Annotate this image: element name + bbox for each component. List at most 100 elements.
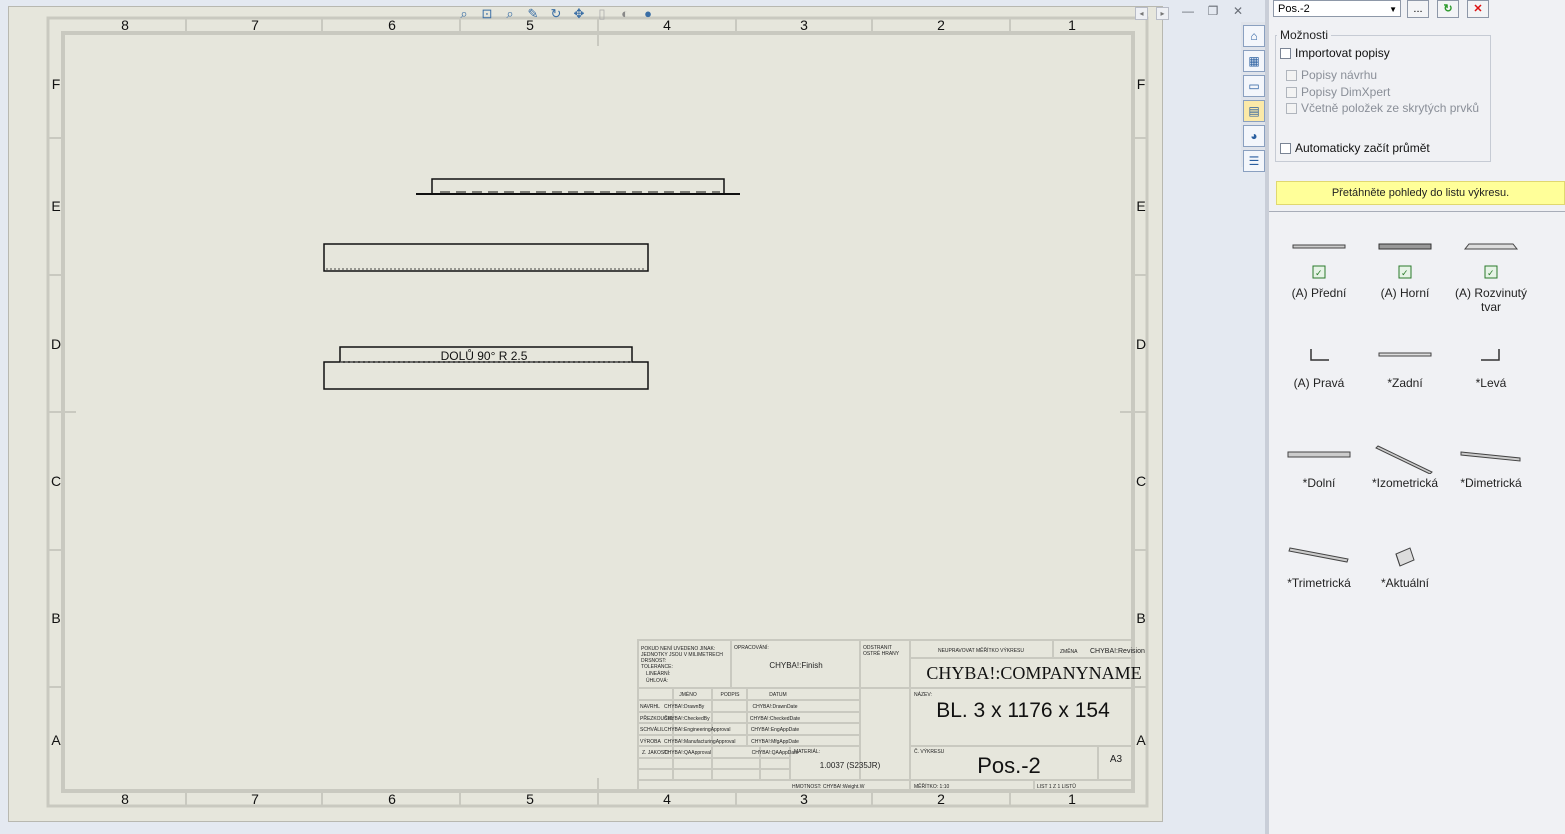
col-header-name: JMÉNO bbox=[679, 691, 697, 698]
chevron-down-icon: ▼ bbox=[1389, 5, 1397, 14]
refresh-icon[interactable]: ↻ bbox=[1437, 0, 1459, 18]
close-icon[interactable]: ✕ bbox=[1230, 4, 1246, 18]
appearances-icon[interactable]: ◕ bbox=[1243, 125, 1265, 147]
sheet-of: LIST 1 Z 1 LISTŮ bbox=[1037, 783, 1076, 790]
view-palette-icon[interactable]: ▤ bbox=[1243, 100, 1265, 122]
zone-row-left-e: E bbox=[51, 198, 60, 214]
options-title: Možnosti bbox=[1277, 28, 1332, 42]
general-note-line-4: TOLERANCE: bbox=[641, 664, 673, 670]
rotate-icon[interactable]: ↻ bbox=[547, 5, 565, 23]
minimize-icon[interactable]: — bbox=[1180, 4, 1196, 18]
front-drawing-view[interactable] bbox=[323, 243, 649, 272]
checkbox-box[interactable] bbox=[1280, 47, 1291, 59]
display-style-icon[interactable]: ▯ bbox=[593, 5, 611, 23]
col-header-signature: PODPIS bbox=[721, 692, 741, 698]
title-block[interactable]: POKUD NENÍ UVEDENO JINAK: JEDNOTKY JSOU … bbox=[637, 639, 1145, 791]
clear-icon[interactable]: ✕ bbox=[1467, 0, 1489, 18]
zone-col-bottom-3: 3 bbox=[800, 791, 808, 807]
dimxpert-annotations-checkbox[interactable]: Popisy DimXpert bbox=[1286, 85, 1390, 99]
dimetric-view-icon bbox=[1460, 451, 1521, 462]
view-dimetric[interactable]: *Dimetrická bbox=[1448, 444, 1534, 490]
window-controls: — ❐ ✕ bbox=[1180, 4, 1246, 18]
zone-col-bottom-2: 2 bbox=[937, 791, 945, 807]
name-manufacturing: CHYBA!:ManufacturingApproval bbox=[664, 739, 735, 745]
edges-label-2: OSTRÉ HRANY bbox=[863, 650, 900, 657]
trimetric-view-icon bbox=[1288, 547, 1349, 563]
home-icon[interactable]: ⌂ bbox=[1243, 25, 1265, 47]
flat-pattern-icon: ✓ bbox=[1463, 243, 1519, 279]
weight: HMOTNOST: CHYBA!:Weight.W bbox=[792, 784, 865, 790]
general-note-line-6: ÚHLOVÁ: bbox=[646, 677, 668, 684]
general-note-line-5: LINEÁRNÍ: bbox=[646, 670, 670, 677]
design-annotations-checkbox[interactable]: Popisy návrhu bbox=[1286, 68, 1377, 82]
role-manufacturing: VÝROBA bbox=[640, 738, 662, 745]
view-current[interactable]: *Aktuální bbox=[1362, 544, 1448, 590]
zone-row-left-d: D bbox=[51, 336, 61, 352]
zone-row-right-a: A bbox=[1136, 732, 1146, 748]
checkbox-box[interactable] bbox=[1280, 142, 1291, 154]
name-qa: CHYBA!:QAApproval bbox=[664, 750, 711, 756]
zone-row-right-d: D bbox=[1136, 336, 1146, 352]
pane-divider[interactable] bbox=[1269, 211, 1565, 216]
left-view-icon bbox=[1481, 349, 1500, 361]
revision-label: ZMĚNA bbox=[1060, 647, 1078, 655]
import-annotations-checkbox[interactable]: Importovat popisy bbox=[1280, 46, 1390, 60]
include-hidden-features-checkbox[interactable]: Včetně položek ze skrytých prvků bbox=[1286, 101, 1479, 115]
zoom-to-area-icon[interactable]: ⊡ bbox=[478, 5, 496, 23]
zoom-in-out-icon[interactable]: ⌕ bbox=[501, 5, 519, 23]
name-drawn: CHYBA!:DrawnBy bbox=[664, 704, 705, 710]
hide-show-icon[interactable]: ◐ bbox=[616, 5, 634, 23]
scroll-right-icon[interactable]: ▸ bbox=[1156, 7, 1169, 20]
zone-row-left-f: F bbox=[52, 76, 61, 92]
drag-views-hint: Přetáhněte pohledy do listu výkresu. bbox=[1276, 181, 1565, 205]
file-explorer-icon[interactable]: ▭ bbox=[1243, 75, 1265, 97]
zoom-to-fit-icon[interactable]: ⌕ bbox=[455, 5, 473, 23]
checkbox-box[interactable] bbox=[1286, 69, 1297, 81]
view-left[interactable]: *Levá bbox=[1448, 344, 1534, 390]
checkbox-box[interactable] bbox=[1286, 102, 1297, 114]
design-library-icon[interactable]: ▦ bbox=[1243, 50, 1265, 72]
revision-value: CHYBA!:Revision bbox=[1090, 648, 1145, 655]
zone-row-left-c: C bbox=[51, 473, 61, 489]
view-top[interactable]: ✓ (A) Horní bbox=[1362, 234, 1448, 300]
view-front[interactable]: ✓ (A) Přední bbox=[1276, 234, 1362, 300]
view-trimetric[interactable]: *Trimetrická bbox=[1276, 544, 1362, 590]
browse-button[interactable]: ... bbox=[1407, 0, 1429, 18]
zone-col-top-8: 8 bbox=[121, 17, 129, 33]
zone-row-left-a: A bbox=[51, 732, 61, 748]
sheet-select[interactable]: Pos.-2 ▼ bbox=[1273, 0, 1401, 17]
finish-value: CHYBA!:Finish bbox=[769, 661, 822, 670]
view-flat-pattern[interactable]: ✓ (A) Rozvinutý tvar bbox=[1448, 234, 1534, 314]
view-right[interactable]: (A) Pravá bbox=[1276, 344, 1362, 390]
role-drawn: NAVRHL bbox=[640, 704, 660, 710]
top-drawing-view[interactable] bbox=[416, 178, 740, 195]
drawing-number: Pos.-2 bbox=[977, 753, 1041, 778]
drawing-canvas[interactable]: 8 7 6 5 4 3 2 1 8 7 6 5 4 3 2 1 F E D C … bbox=[0, 0, 1265, 834]
drawing-number-label: Č. VÝKRESU bbox=[914, 748, 945, 755]
bend-note[interactable]: DOLŮ 90° R 2.5 bbox=[441, 348, 528, 363]
auto-start-projection-checkbox[interactable]: Automaticky začít průmět bbox=[1280, 141, 1430, 155]
right-view-icon bbox=[1310, 349, 1329, 361]
view-palette-pane: Pos.-2 ▼ ... ↻ ✕ Možnosti Importovat pop… bbox=[1269, 0, 1565, 834]
front-view-icon: ✓ bbox=[1292, 244, 1346, 279]
appearance-icon[interactable]: ● bbox=[639, 5, 657, 23]
select-icon[interactable]: ✎ bbox=[524, 5, 542, 23]
date-manufacturing: CHYBA!:MfgAppDate bbox=[751, 739, 799, 745]
zone-row-left-b: B bbox=[51, 610, 60, 626]
view-bottom[interactable]: *Dolní bbox=[1276, 444, 1362, 490]
scale: MĚŘÍTKO: 1:10 bbox=[914, 782, 950, 790]
scroll-left-icon[interactable]: ◂ bbox=[1135, 7, 1148, 20]
zone-col-bottom-1: 1 bbox=[1068, 791, 1076, 807]
material-label: MATERIÁL: bbox=[794, 748, 820, 755]
checkbox-box[interactable] bbox=[1286, 86, 1297, 98]
no-scale-note: NEUPRAVOVAT MĚŘÍTKO VÝKRESU bbox=[938, 646, 1024, 654]
zone-row-right-c: C bbox=[1136, 473, 1146, 489]
pan-icon[interactable]: ✥ bbox=[570, 5, 588, 23]
scroll-buttons: ◂ ▸ bbox=[1135, 7, 1169, 20]
restore-icon[interactable]: ❐ bbox=[1205, 4, 1221, 18]
material-value: 1.0037 (S235JR) bbox=[820, 761, 881, 770]
view-back[interactable]: *Zadní bbox=[1362, 344, 1448, 390]
custom-properties-icon[interactable]: ☰ bbox=[1243, 150, 1265, 172]
view-isometric[interactable]: *Izometrická bbox=[1362, 444, 1448, 490]
back-view-icon bbox=[1378, 352, 1432, 357]
